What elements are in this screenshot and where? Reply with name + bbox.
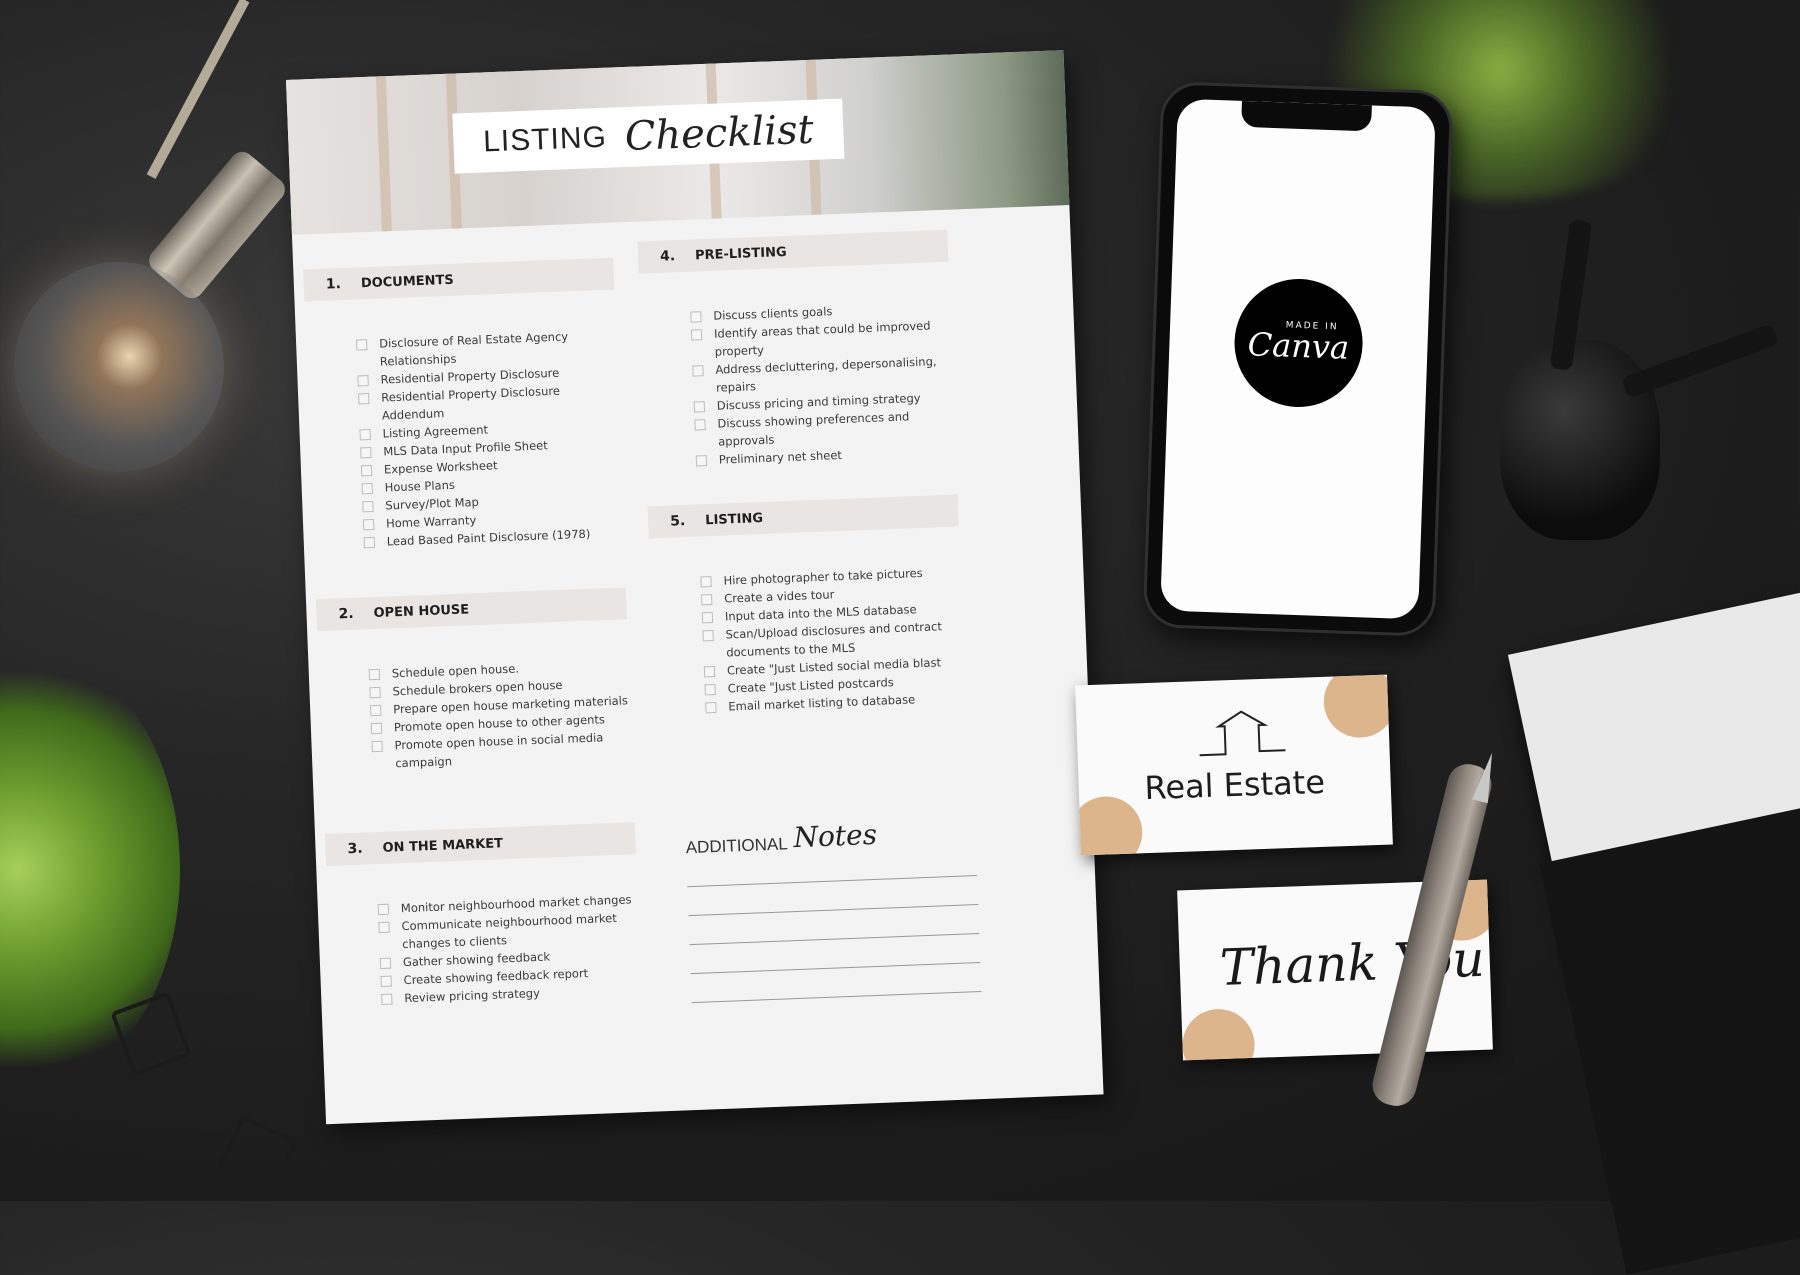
checkbox-icon	[360, 464, 373, 477]
checkbox-icon	[369, 686, 381, 699]
edison-bulb	[14, 262, 224, 472]
checkbox-icon	[693, 401, 706, 413]
phone-screen: MADE IN Canva	[1160, 98, 1436, 620]
notes-line	[689, 933, 980, 946]
checkbox-icon	[359, 429, 371, 441]
section-number: 4.	[659, 248, 676, 265]
phone-notch	[1241, 100, 1372, 132]
checkbox-icon	[703, 665, 716, 678]
header-photo: LISTING Checklist	[286, 50, 1070, 235]
section-on-the-market: 3. ON THE MARKET Monitor neighbourhood m…	[324, 822, 642, 1010]
section-documents: 1. DOCUMENTS Disclosure of Real Estate A…	[303, 257, 624, 554]
notes-line	[690, 961, 981, 975]
notes-title: ADDITIONAL Notes	[685, 814, 986, 858]
checklist-items: Schedule open house. Schedule brokers ope…	[317, 619, 632, 775]
checklist-item-label: Preliminary net sheet	[718, 447, 843, 467]
lamp-cord	[146, 0, 250, 179]
checkbox-icon	[692, 365, 704, 377]
section-number: 2.	[338, 605, 354, 623]
section-pre-listing: 4. PRE-LISTING Discuss clients goals Iden…	[637, 229, 956, 472]
section-number: 1.	[325, 276, 342, 293]
checklist-items: Disclosure of Real Estate Agency Relatio…	[305, 290, 624, 554]
section-title: OPEN HOUSE	[373, 601, 470, 621]
section-open-house: 2. OPEN HOUSE Schedule open house. Schedu…	[315, 587, 633, 775]
checkbox-icon	[358, 393, 370, 405]
checkbox-icon	[370, 722, 383, 735]
checkbox-icon	[362, 518, 375, 531]
accent-blob	[1181, 1007, 1256, 1061]
checkbox-icon	[690, 311, 702, 323]
business-card: Real Estate	[1075, 674, 1393, 856]
section-title: ON THE MARKET	[382, 835, 504, 856]
checklist-item-label: Promote open house in social media campa…	[394, 730, 604, 771]
title-script: Checklist	[623, 106, 815, 161]
checkbox-icon	[705, 701, 717, 714]
notes-lines	[687, 875, 991, 1004]
checkbox-icon	[700, 576, 712, 588]
checkbox-icon	[702, 629, 714, 642]
section-title: LISTING	[704, 510, 764, 528]
checkbox-icon	[704, 683, 716, 696]
section-title: DOCUMENTS	[360, 272, 455, 291]
dark-envelope	[1539, 805, 1800, 1275]
notes-line	[688, 904, 979, 917]
checkbox-icon	[690, 329, 703, 341]
checkbox-icon	[701, 612, 714, 624]
checkbox-icon	[356, 339, 368, 351]
smartphone: MADE IN Canva	[1142, 81, 1454, 637]
accent-blob	[1322, 674, 1393, 739]
binder-clip	[213, 1115, 299, 1203]
checkbox-icon	[368, 668, 381, 681]
checkbox-icon	[370, 704, 382, 717]
business-card-text: Real Estate	[1143, 762, 1326, 808]
checkbox-icon	[357, 375, 369, 387]
checkbox-icon	[378, 921, 390, 934]
section-listing: 5. LISTING Hire photographer to take pic…	[647, 494, 966, 719]
checkbox-icon	[363, 536, 376, 549]
notes-title-main: ADDITIONAL	[685, 834, 789, 858]
notes-line	[691, 990, 982, 1004]
section-number: 5.	[669, 513, 686, 530]
checkbox-icon	[701, 594, 713, 606]
checkbox-icon	[381, 993, 393, 1006]
deer-antler	[1621, 323, 1779, 399]
checkbox-icon	[377, 903, 390, 916]
checkbox-icon	[695, 455, 708, 467]
checklist-item-label: Review pricing strategy	[404, 985, 541, 1006]
checkbox-icon	[694, 419, 706, 431]
checkbox-icon	[361, 482, 373, 495]
checkbox-icon	[371, 740, 383, 753]
badge-large-text: Canva	[1247, 325, 1350, 367]
deer-head-ornament	[1500, 340, 1660, 540]
section-title: PRE-LISTING	[694, 244, 787, 263]
checklist-items: Discuss clients goals Identify areas that…	[639, 262, 956, 472]
checkbox-icon	[362, 500, 374, 513]
section-number: 3.	[347, 840, 363, 858]
checklist-items: Hire photographer to take pictures Create…	[649, 527, 966, 719]
house-outline-icon	[1199, 710, 1286, 757]
notes-title-script: Notes	[792, 817, 878, 855]
checkbox-icon	[360, 447, 372, 459]
title-banner: LISTING Checklist	[452, 98, 845, 174]
listing-checklist-sheet: LISTING Checklist 1. DOCUMENTS Disclosur…	[286, 50, 1104, 1125]
notes-line	[687, 875, 978, 888]
checkbox-icon	[379, 957, 392, 970]
checklist-items: Monitor neighbourhood market changes Comm…	[326, 854, 641, 1010]
additional-notes: ADDITIONAL Notes	[685, 814, 992, 1004]
title-main: LISTING	[482, 120, 608, 159]
checkbox-icon	[380, 975, 392, 988]
made-in-canva-badge: MADE IN Canva	[1232, 276, 1365, 410]
